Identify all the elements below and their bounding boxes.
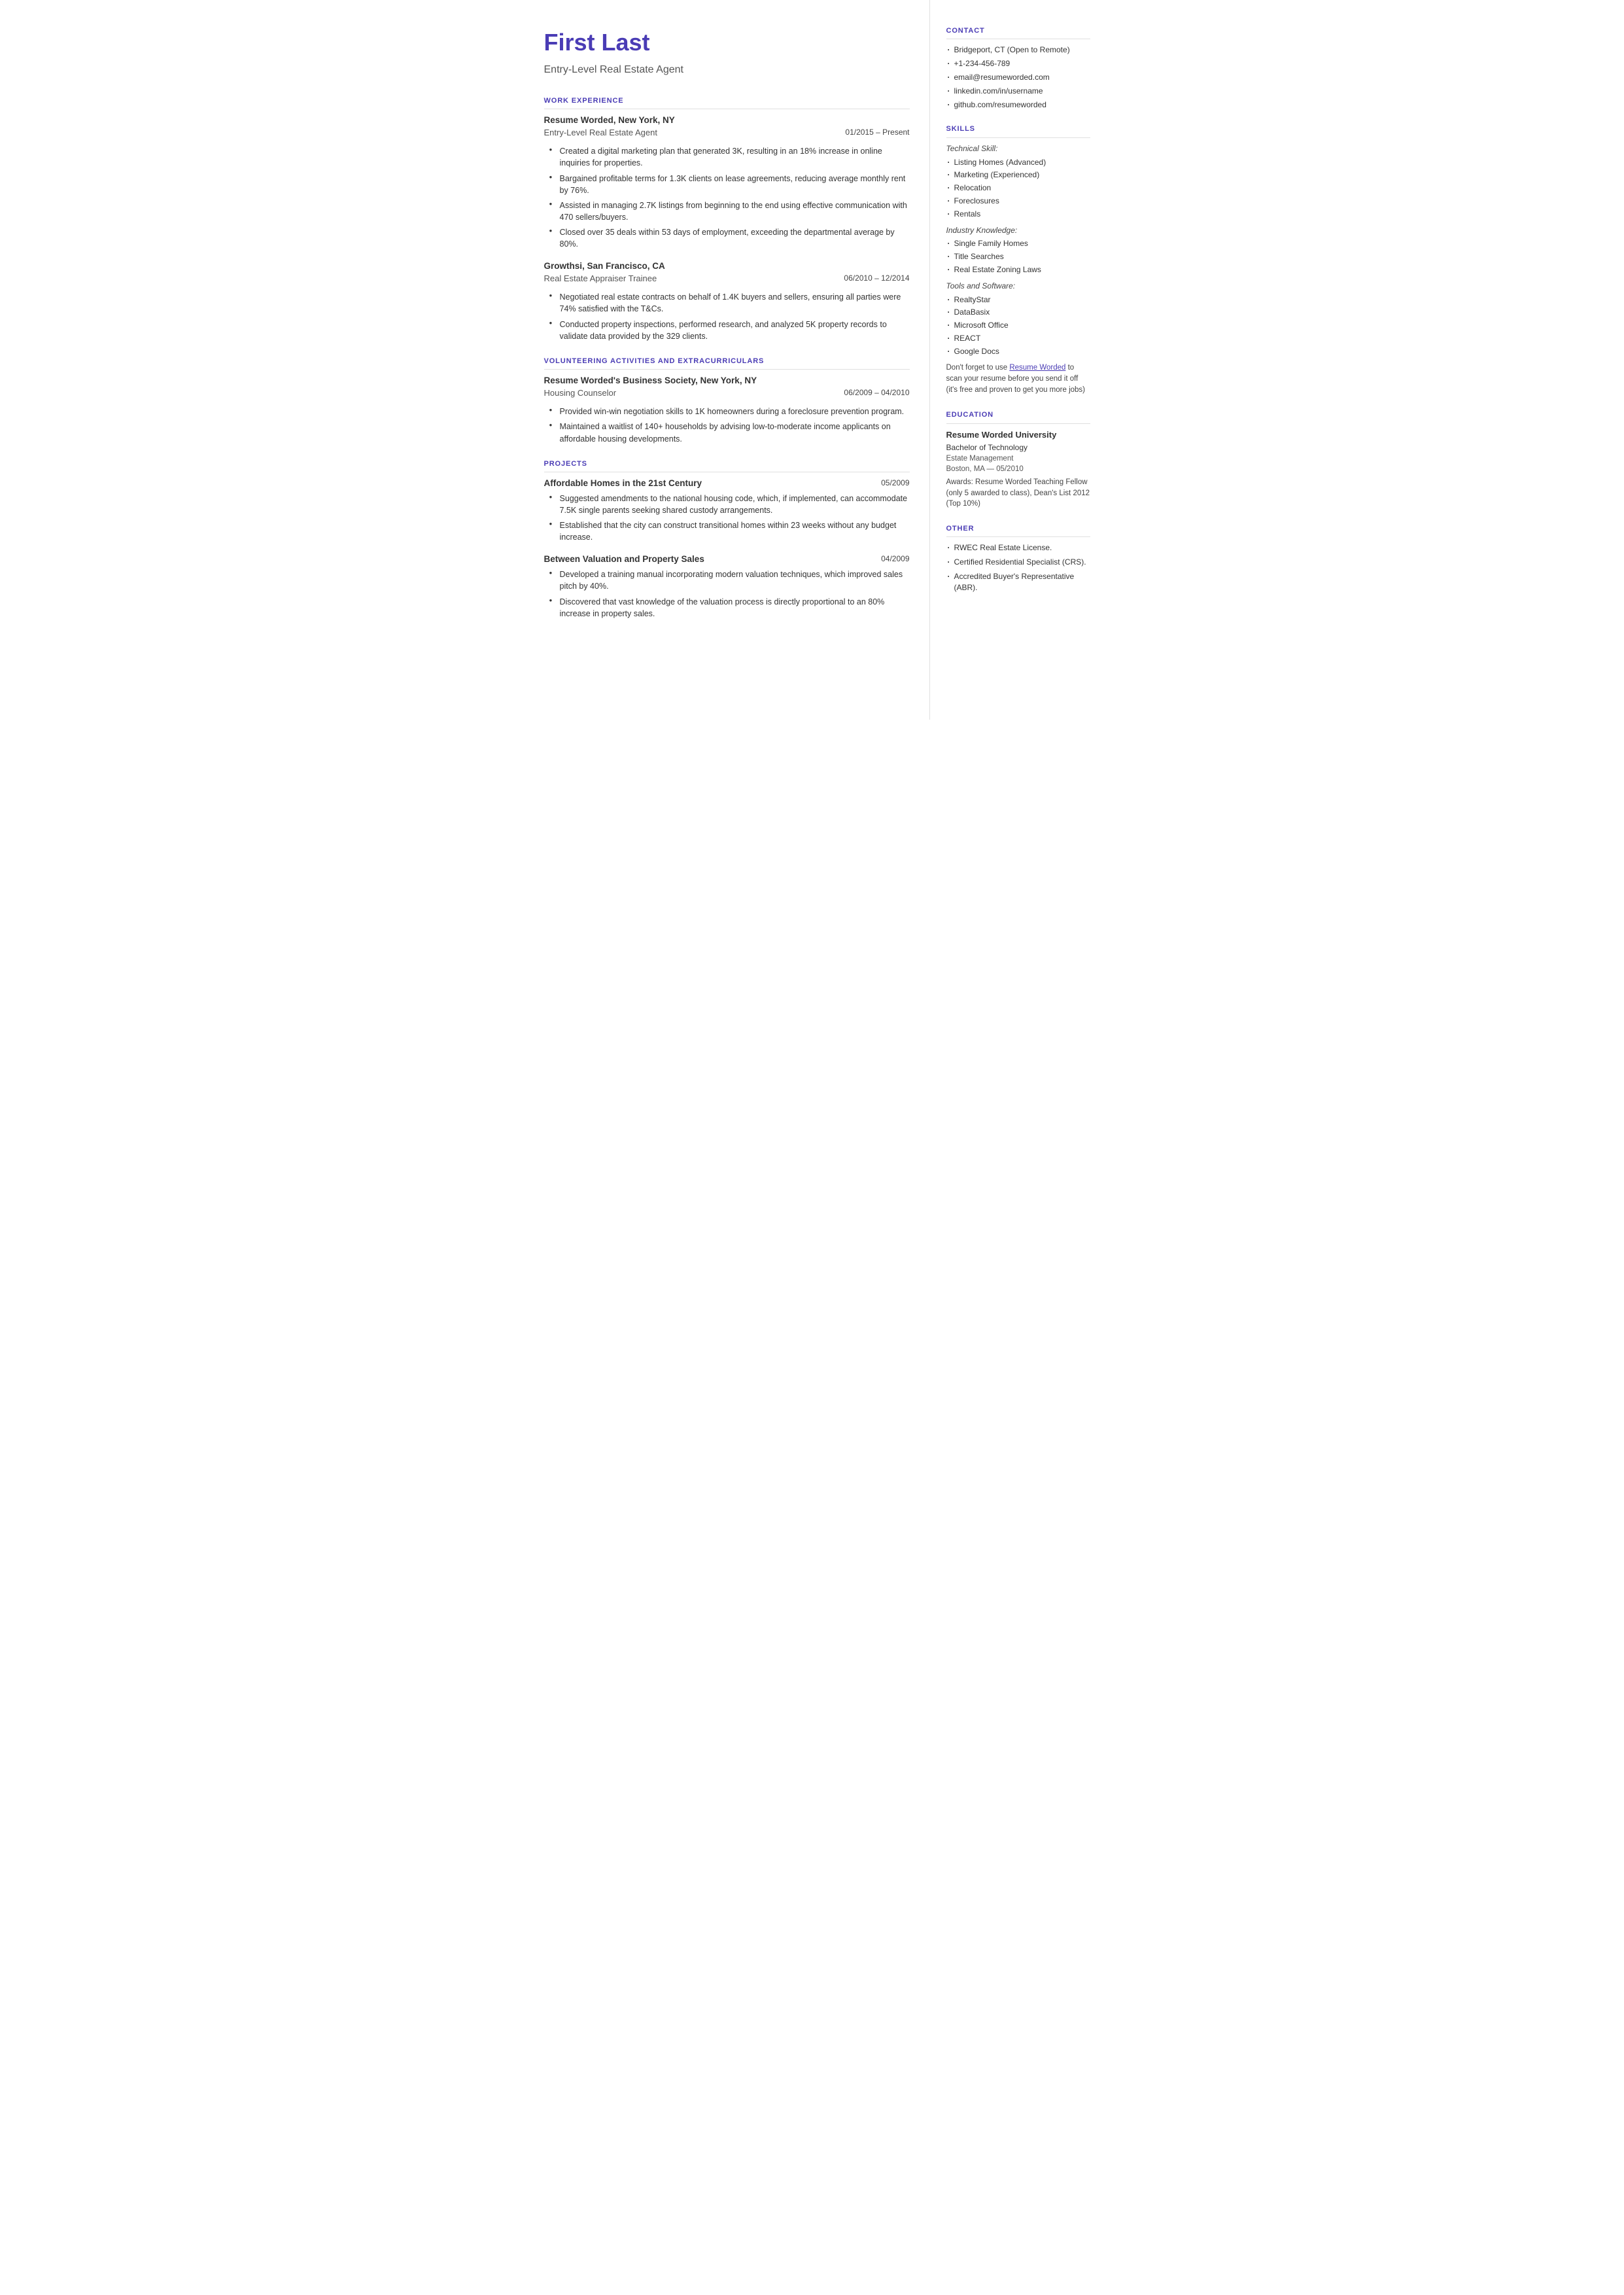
job-2-bullets: Negotiated real estate contracts on beha… xyxy=(544,291,910,342)
list-item: Closed over 35 deals within 53 days of e… xyxy=(549,226,910,250)
project-block-2: Between Valuation and Property Sales 04/… xyxy=(544,553,910,619)
list-item: Conducted property inspections, performe… xyxy=(549,319,910,342)
tools-label: Tools and Software: xyxy=(946,281,1090,292)
education-section: EDUCATION Resume Worded University Bache… xyxy=(946,410,1090,510)
edu-location-date: Boston, MA — 05/2010 xyxy=(946,464,1090,474)
list-item: email@resumeworded.com xyxy=(946,72,1090,83)
list-item: Google Docs xyxy=(946,346,1090,357)
list-item: Created a digital marketing plan that ge… xyxy=(549,145,910,169)
job-1-date: 01/2015 – Present xyxy=(838,127,909,143)
work-experience-heading: WORK EXPERIENCE xyxy=(544,96,910,109)
technical-skill-label: Technical Skill: xyxy=(946,143,1090,154)
list-item: Bargained profitable terms for 1.3K clie… xyxy=(549,173,910,196)
volunteer-1-date: 06/2009 – 04/2010 xyxy=(837,387,909,403)
tools-skills-list: RealtyStar DataBasix Microsoft Office RE… xyxy=(946,294,1090,357)
project-block-1: Affordable Homes in the 21st Century 05/… xyxy=(544,478,910,543)
list-item: Foreclosures xyxy=(946,196,1090,207)
contact-list: Bridgeport, CT (Open to Remote) +1-234-4… xyxy=(946,44,1090,110)
list-item: Maintained a waitlist of 140+ households… xyxy=(549,421,910,444)
list-item: Title Searches xyxy=(946,251,1090,262)
volunteer-1-company: Resume Worded's Business Society, New Yo… xyxy=(544,375,757,387)
left-column: First Last Entry-Level Real Estate Agent… xyxy=(518,0,930,720)
skills-section: SKILLS Technical Skill: Listing Homes (A… xyxy=(946,124,1090,396)
contact-section: CONTACT Bridgeport, CT (Open to Remote) … xyxy=(946,26,1090,110)
candidate-name: First Last xyxy=(544,26,910,59)
job-2-company: Growthsi, San Francisco, CA xyxy=(544,260,665,273)
list-item: Bridgeport, CT (Open to Remote) xyxy=(946,44,1090,56)
job-block-2: Growthsi, San Francisco, CA Real Estate … xyxy=(544,260,910,342)
edu-degree: Bachelor of Technology xyxy=(946,442,1090,453)
list-item: Discovered that vast knowledge of the va… xyxy=(549,596,910,620)
edu-field: Estate Management xyxy=(946,453,1090,464)
contact-heading: CONTACT xyxy=(946,26,1090,39)
list-item: Microsoft Office xyxy=(946,320,1090,331)
job-block-1: Resume Worded, New York, NY Entry-Level … xyxy=(544,114,910,250)
list-item: Certified Residential Specialist (CRS). xyxy=(946,557,1090,568)
list-item: RealtyStar xyxy=(946,294,1090,306)
job-1-bullets: Created a digital marketing plan that ge… xyxy=(544,145,910,250)
other-list: RWEC Real Estate License. Certified Resi… xyxy=(946,542,1090,593)
list-item: Rentals xyxy=(946,209,1090,220)
education-heading: EDUCATION xyxy=(946,410,1090,423)
edu-awards: Awards: Resume Worded Teaching Fellow (o… xyxy=(946,477,1090,510)
job-2-date: 06/2010 – 12/2014 xyxy=(837,273,909,289)
project-1-date: 05/2009 xyxy=(874,478,909,490)
list-item: Assisted in managing 2.7K listings from … xyxy=(549,200,910,223)
industry-knowledge-label: Industry Knowledge: xyxy=(946,225,1090,236)
list-item: Suggested amendments to the national hou… xyxy=(549,493,910,516)
skills-heading: SKILLS xyxy=(946,124,1090,137)
list-item: +1-234-456-789 xyxy=(946,58,1090,69)
volunteer-1-bullets: Provided win-win negotiation skills to 1… xyxy=(544,406,910,444)
technical-skills-list: Listing Homes (Advanced) Marketing (Expe… xyxy=(946,157,1090,220)
projects-heading: PROJECTS xyxy=(544,459,910,472)
job-1-company: Resume Worded, New York, NY xyxy=(544,114,675,127)
list-item: linkedin.com/in/username xyxy=(946,86,1090,97)
list-item: Real Estate Zoning Laws xyxy=(946,264,1090,275)
list-item: github.com/resumeworded xyxy=(946,99,1090,111)
job-2-role: Real Estate Appraiser Trainee xyxy=(544,273,657,285)
promo-text: Don't forget to use Resume Worded to sca… xyxy=(946,362,1090,396)
project-1-title: Affordable Homes in the 21st Century xyxy=(544,478,702,490)
list-item: Established that the city can construct … xyxy=(549,519,910,543)
list-item: Negotiated real estate contracts on beha… xyxy=(549,291,910,315)
right-column: CONTACT Bridgeport, CT (Open to Remote) … xyxy=(930,0,1107,720)
project-2-title: Between Valuation and Property Sales xyxy=(544,553,704,566)
volunteer-1-role: Housing Counselor xyxy=(544,387,617,399)
list-item: Listing Homes (Advanced) xyxy=(946,157,1090,168)
list-item: Accredited Buyer's Representative (ABR). xyxy=(946,571,1090,593)
volunteering-heading: VOLUNTEERING ACTIVITIES AND EXTRACURRICU… xyxy=(544,357,910,370)
industry-skills-list: Single Family Homes Title Searches Real … xyxy=(946,238,1090,275)
list-item: REACT xyxy=(946,333,1090,344)
promo-text-before: Don't forget to use xyxy=(946,364,1010,372)
job-1-role: Entry-Level Real Estate Agent xyxy=(544,127,657,139)
list-item: Single Family Homes xyxy=(946,238,1090,249)
candidate-title: Entry-Level Real Estate Agent xyxy=(544,63,910,77)
other-section: OTHER RWEC Real Estate License. Certifie… xyxy=(946,524,1090,593)
list-item: DataBasix xyxy=(946,307,1090,318)
project-2-date: 04/2009 xyxy=(874,553,909,566)
project-2-bullets: Developed a training manual incorporatin… xyxy=(544,569,910,620)
edu-school: Resume Worded University xyxy=(946,429,1090,441)
other-heading: OTHER xyxy=(946,524,1090,537)
list-item: Marketing (Experienced) xyxy=(946,169,1090,181)
project-1-bullets: Suggested amendments to the national hou… xyxy=(544,493,910,544)
volunteer-block-1: Resume Worded's Business Society, New Yo… xyxy=(544,375,910,444)
list-item: Provided win-win negotiation skills to 1… xyxy=(549,406,910,417)
list-item: Relocation xyxy=(946,183,1090,194)
list-item: RWEC Real Estate License. xyxy=(946,542,1090,553)
list-item: Developed a training manual incorporatin… xyxy=(549,569,910,592)
promo-link[interactable]: Resume Worded xyxy=(1009,364,1065,372)
